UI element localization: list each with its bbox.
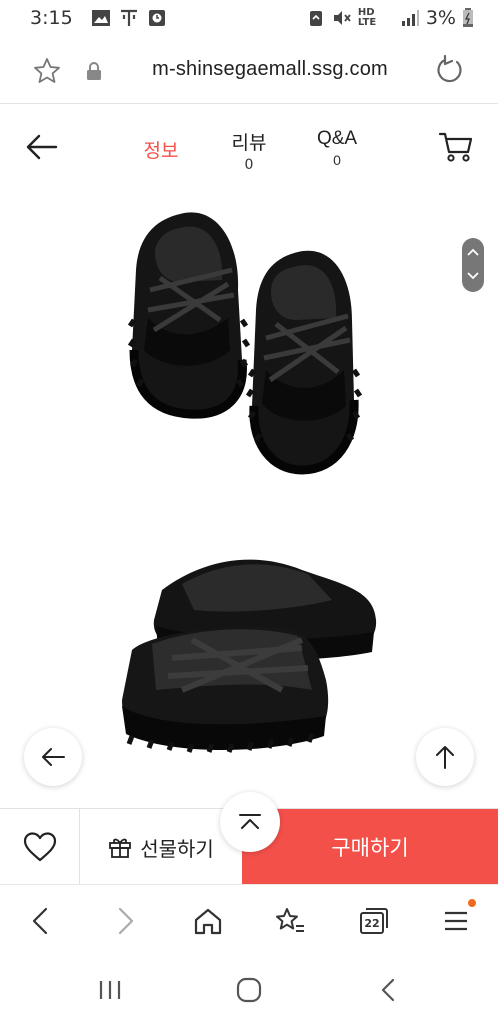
tab-review-count: 0 <box>244 157 254 173</box>
system-nav <box>0 956 498 1024</box>
status-bar: 3:15 HD LTE 3% <box>0 0 498 36</box>
browser-bookmarks-button[interactable] <box>272 903 308 939</box>
heart-icon <box>23 832 56 862</box>
browser-home-button[interactable] <box>190 903 226 939</box>
product-header: 정보 리뷰 0 Q&A 0 <box>0 106 498 186</box>
tab-review-label: 리뷰 <box>231 132 267 154</box>
lock-icon <box>87 62 101 80</box>
tab-count: 22 <box>364 917 380 930</box>
browser-menu-button[interactable] <box>438 899 476 939</box>
system-home-button[interactable] <box>229 974 269 1006</box>
buy-button[interactable]: 구매하기 <box>242 809 498 885</box>
collapse-button[interactable] <box>220 792 280 852</box>
left-slide <box>127 212 251 419</box>
recent-apps-button[interactable] <box>90 974 130 1006</box>
tab-info[interactable]: 정보 <box>128 136 194 163</box>
signal-icon <box>401 10 419 26</box>
front-slide <box>122 626 329 753</box>
gallery-icon <box>91 10 110 26</box>
chevron-left-icon <box>32 907 48 935</box>
tab-review[interactable]: 리뷰 0 <box>216 128 282 173</box>
url-bar: m-shinsegaemall.ssg.com <box>0 38 498 104</box>
battery-icon <box>463 8 473 27</box>
back-arrow-icon[interactable] <box>24 132 58 162</box>
star-icon[interactable] <box>32 56 62 86</box>
browser-back-button[interactable] <box>22 903 58 939</box>
home-icon <box>194 908 222 935</box>
buy-label: 구매하기 <box>331 836 409 860</box>
star-list-icon <box>276 908 304 932</box>
notification-dot <box>468 899 476 907</box>
chevron-up-icon <box>467 248 479 256</box>
chevron-right-icon <box>118 907 134 935</box>
collapse-up-icon <box>239 814 261 829</box>
gift-button[interactable]: 선물하기 <box>80 809 242 885</box>
status-left: 3:15 <box>30 7 167 29</box>
image-scroll-handle[interactable] <box>462 238 484 292</box>
system-back-button[interactable] <box>368 974 408 1006</box>
chevron-down-icon <box>467 272 479 280</box>
tab-qna-label: Q&A <box>316 128 358 149</box>
mute-icon <box>333 11 351 25</box>
back-icon <box>381 978 395 1002</box>
tab-qna[interactable]: Q&A 0 <box>304 128 370 168</box>
t-icon <box>120 9 137 26</box>
browser-toolbar: 22 <box>0 884 498 954</box>
tab-qna-count: 0 <box>333 152 341 168</box>
menu-icon <box>445 911 467 931</box>
prev-button[interactable] <box>24 728 82 786</box>
gift-icon <box>109 838 132 858</box>
arrow-left-icon <box>42 748 65 766</box>
arrow-up-icon <box>436 746 454 769</box>
gift-label: 선물하기 <box>140 836 214 861</box>
browser-forward-button[interactable] <box>108 903 144 939</box>
home-circle-icon <box>236 977 262 1003</box>
right-slide <box>245 250 363 475</box>
recycle-icon <box>309 11 322 26</box>
product-image-bottom <box>122 559 377 753</box>
recent-apps-icon <box>99 981 121 999</box>
status-right: HD LTE 3% <box>306 7 474 29</box>
clock-icon <box>148 10 165 26</box>
cart-icon[interactable] <box>438 130 474 164</box>
battery-percent: 3% <box>425 7 456 29</box>
wishlist-button[interactable] <box>0 809 80 885</box>
tab-info-label: 정보 <box>143 140 179 162</box>
network-label: HD LTE <box>357 7 377 28</box>
scroll-top-button[interactable] <box>416 728 474 786</box>
status-time: 3:15 <box>30 7 73 29</box>
reload-icon[interactable] <box>434 54 466 86</box>
browser-tabs-button[interactable]: 22 <box>356 903 392 939</box>
url-text[interactable]: m-shinsegaemall.ssg.com <box>132 58 408 81</box>
product-image-top <box>127 212 363 475</box>
